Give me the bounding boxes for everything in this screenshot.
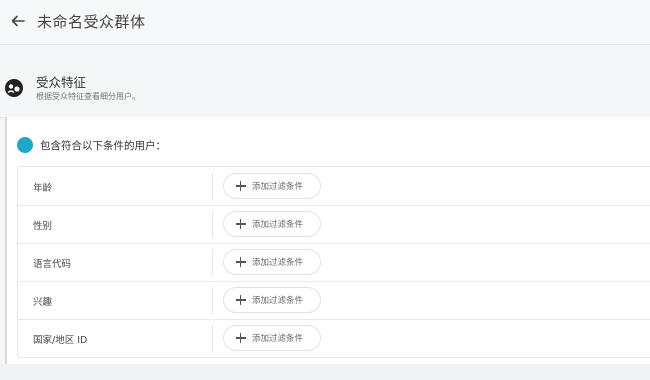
add-filter-label: 添加过滤条件 [252, 334, 304, 344]
add-filter-label: 添加过滤条件 [252, 182, 304, 192]
divider [212, 325, 213, 352]
add-filter-button[interactable]: 添加过滤条件 [223, 249, 321, 275]
condition-label: 包含符合以下条件的用户： [40, 140, 166, 152]
filter-row-label: 年龄 [33, 183, 53, 194]
divider [212, 287, 213, 314]
audience-icon [4, 78, 24, 98]
section-description: 根据受众特征查看细分用户。 [36, 92, 140, 101]
add-filter-button[interactable]: 添加过滤条件 [223, 325, 321, 351]
section-title: 受众特征 [36, 75, 87, 90]
plus-icon [236, 219, 246, 229]
filter-row-label: 国家/地区 ID [33, 335, 88, 346]
plus-icon [236, 257, 246, 267]
filter-row-label: 兴趣 [33, 297, 53, 308]
filter-row-language: 语言代码 添加过滤条件 [18, 243, 650, 282]
filter-row-country: 国家/地区 ID 添加过滤条件 [18, 319, 650, 358]
plus-icon [236, 181, 246, 191]
filter-table: 年龄 添加过滤条件 性别 添加过滤条件 语言代码 添加过滤条件 兴趣 添加过滤条… [17, 166, 650, 358]
page-title: 未命名受众群体 [37, 13, 146, 31]
filter-row-age: 年龄 添加过滤条件 [18, 167, 650, 206]
filter-row-interests: 兴趣 添加过滤条件 [18, 281, 650, 320]
filter-row-gender: 性别 添加过滤条件 [18, 205, 650, 244]
divider [212, 211, 213, 238]
divider [212, 249, 213, 276]
arrow-left-icon[interactable] [8, 11, 28, 31]
bottom-strip [0, 364, 650, 380]
section-header [0, 45, 650, 118]
add-filter-button[interactable]: 添加过滤条件 [223, 287, 321, 313]
plus-icon [236, 295, 246, 305]
add-filter-label: 添加过滤条件 [252, 258, 304, 268]
add-filter-label: 添加过滤条件 [252, 296, 304, 306]
top-bar: 未命名受众群体 [0, 0, 650, 45]
divider [212, 173, 213, 200]
add-filter-button[interactable]: 添加过滤条件 [223, 173, 321, 199]
condition-indicator [17, 137, 33, 153]
add-filter-button[interactable]: 添加过滤条件 [223, 211, 321, 237]
filter-row-label: 性别 [33, 221, 53, 232]
filter-row-label: 语言代码 [33, 259, 72, 270]
add-filter-label: 添加过滤条件 [252, 220, 304, 230]
plus-icon [236, 333, 246, 343]
